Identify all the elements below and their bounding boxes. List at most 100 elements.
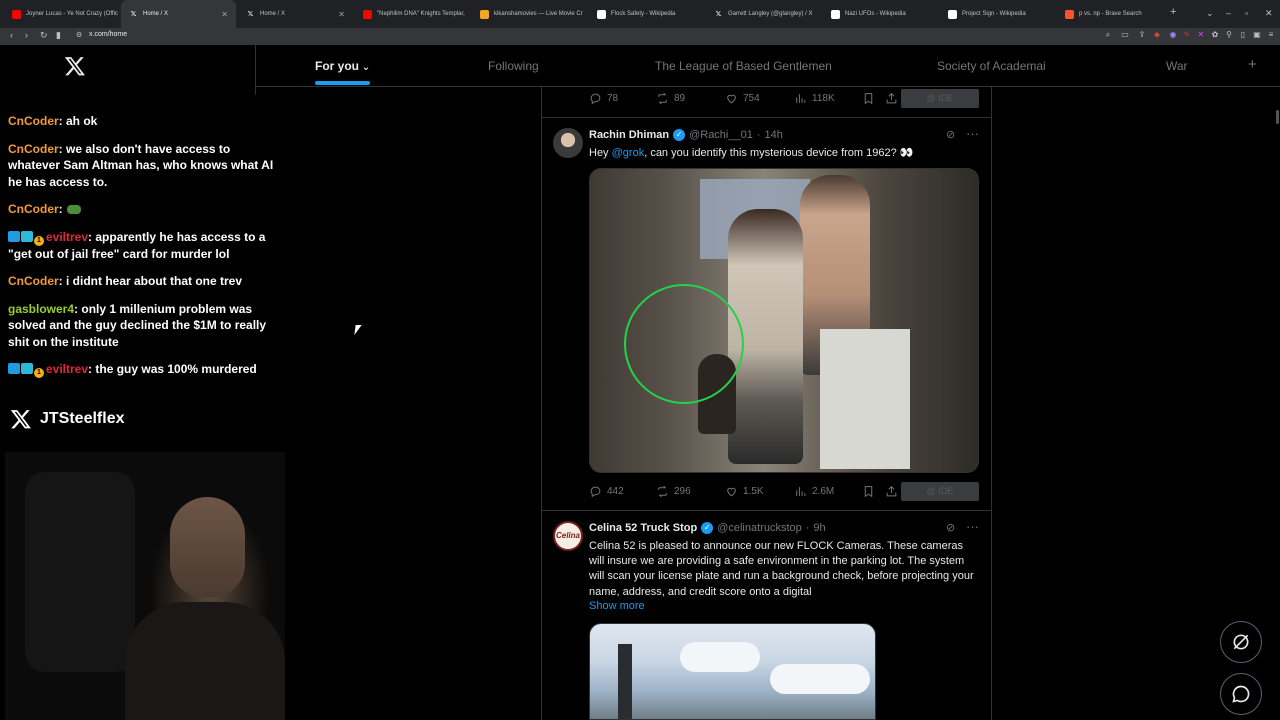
new-tab-button[interactable]: +: [1170, 6, 1176, 18]
feed-border: [991, 87, 992, 720]
x-extension-icon[interactable]: ✕: [1196, 30, 1206, 41]
timeline-tab[interactable]: The League of Based Gentlemen: [655, 59, 832, 73]
close-tab-icon[interactable]: ✕: [338, 10, 345, 19]
browser-tab[interactable]: "Nephilim DNA" Knights Templar,: [355, 0, 470, 28]
close-tab-icon[interactable]: ✕: [221, 10, 228, 19]
grok-explain-button[interactable]: @ IDE: [901, 482, 979, 501]
chat-text: :: [58, 202, 63, 216]
chat-username[interactable]: CnCoder: [8, 142, 59, 156]
extension-icon[interactable]: ◉: [1168, 30, 1178, 41]
author-name[interactable]: Celina 52 Truck Stop: [589, 522, 697, 534]
timeline-tab-label: Society of Academai: [937, 59, 1046, 73]
extension-icon[interactable]: ✎: [1182, 30, 1192, 41]
browser-tab[interactable]: Nazi UFOs - Wikipedia: [823, 0, 938, 28]
browser-tab[interactable]: p vs. np - Brave Search: [1057, 0, 1172, 28]
url-field[interactable]: x.com/home: [89, 31, 127, 38]
brave-shields-icon[interactable]: ◈: [1152, 30, 1162, 41]
chat-text: : i didnt hear about that one trev: [58, 274, 243, 288]
browser-tab[interactable]: 𝕏 Home / X ✕: [121, 0, 236, 28]
browser-tab[interactable]: Project Sign - Wikipedia: [940, 0, 1055, 28]
avatar[interactable]: [553, 128, 583, 158]
grok-explain-button[interactable]: @ IDE: [901, 89, 979, 108]
author-name[interactable]: Rachin Dhiman: [589, 129, 669, 141]
grok-fab-button[interactable]: [1220, 621, 1262, 663]
chat-username[interactable]: CnCoder: [8, 114, 59, 128]
tweet-time[interactable]: 14h: [765, 129, 783, 141]
chat-message: 1 eviltrev: apparently he has access to a…: [8, 229, 276, 263]
close-window-icon[interactable]: ✕: [1265, 8, 1273, 19]
timeline-tab[interactable]: For you ⌄: [315, 59, 370, 73]
tweet-image[interactable]: [589, 168, 979, 473]
wallet-icon[interactable]: ▣: [1252, 30, 1262, 41]
scrollbar[interactable]: [1276, 110, 1279, 124]
menu-icon[interactable]: ≡: [1266, 30, 1276, 41]
timeline-tab-label: War: [1166, 59, 1188, 73]
views-button[interactable]: 118K: [794, 92, 835, 105]
address-bar-row: ‹ › ↻ ▮ ⚙ x.com/home ⌕ ▭ ⇪ ◈ ◉ ✎ ✕ ✿ ⚲ ▯…: [0, 28, 1280, 45]
repost-button[interactable]: 296: [656, 485, 691, 498]
site-info-icon[interactable]: ⚙: [76, 31, 82, 39]
timeline-tab[interactable]: Following: [488, 59, 539, 73]
show-more-link[interactable]: Show more: [589, 600, 645, 612]
browser-tab[interactable]: Flock Safety - Wikipedia: [589, 0, 704, 28]
grok-icon[interactable]: ⊘: [946, 521, 955, 534]
back-icon[interactable]: ‹: [10, 30, 13, 40]
author-handle[interactable]: @Rachi__01: [689, 129, 753, 141]
minimize-icon[interactable]: –: [1226, 8, 1231, 18]
forward-icon[interactable]: ›: [25, 30, 28, 40]
bookmark-icon[interactable]: ▮: [56, 30, 61, 41]
tweet-time[interactable]: 9h: [813, 522, 825, 534]
like-button[interactable]: 754: [725, 92, 760, 105]
maximize-icon[interactable]: ▫: [1245, 8, 1248, 18]
browser-tab[interactable]: kikanshamovies — Live Movie Cr: [472, 0, 587, 28]
reply-button[interactable]: 78: [589, 92, 618, 105]
chat-bubble-icon: [1232, 685, 1250, 703]
chevron-down-icon[interactable]: ⌄: [359, 62, 370, 73]
chevron-down-icon[interactable]: ⌄: [1206, 8, 1214, 19]
browser-tab[interactable]: Joyner Lucas - Ye Not Crazy (Offic: [4, 0, 119, 28]
puzzle-icon[interactable]: ⚲: [1224, 30, 1234, 41]
views-button[interactable]: 2.6M: [794, 485, 834, 498]
action-count: 2.6M: [812, 486, 835, 497]
share-button[interactable]: [885, 92, 898, 105]
timeline-tab[interactable]: War: [1166, 59, 1188, 73]
timeline-tab[interactable]: Society of Academai: [937, 59, 1046, 73]
bookmark-button[interactable]: [862, 485, 875, 498]
share-icon[interactable]: ⇪: [1137, 30, 1147, 41]
browser-tab[interactable]: 𝕏 Garrett Langley (@glangley) / X: [706, 0, 821, 28]
action-count: 442: [607, 486, 624, 497]
more-icon[interactable]: ···: [966, 519, 979, 534]
extension-icon[interactable]: ✿: [1210, 30, 1220, 41]
person-body: [125, 602, 285, 720]
browser-tab[interactable]: 𝕏 Home / X ✕: [238, 0, 353, 28]
author-handle[interactable]: @celinatruckstop: [717, 522, 802, 534]
repost-button[interactable]: 89: [656, 92, 685, 105]
tweet-image[interactable]: [589, 623, 876, 720]
chat-username[interactable]: CnCoder: [8, 274, 59, 288]
browser-tab-title: Joyner Lucas - Ye Not Crazy (Offic: [26, 11, 118, 17]
reply-icon: [590, 486, 601, 498]
like-button[interactable]: 1.5K: [725, 485, 764, 498]
more-icon[interactable]: ···: [966, 126, 979, 141]
sidebar-icon[interactable]: ▯: [1238, 30, 1248, 41]
chat-username[interactable]: eviltrev: [46, 362, 88, 376]
reply-button[interactable]: 442: [589, 485, 624, 498]
messages-fab-button[interactable]: [1220, 673, 1262, 715]
chat-username[interactable]: eviltrev: [46, 230, 88, 244]
gaming-chair: [25, 472, 135, 672]
grok-icon[interactable]: ⊘: [946, 128, 955, 141]
zoom-icon[interactable]: ⌕: [1103, 30, 1113, 41]
add-tab-button[interactable]: +: [1248, 56, 1257, 73]
share-button[interactable]: [885, 485, 898, 498]
bookmark-button[interactable]: [862, 92, 875, 105]
chat-username[interactable]: gasblower4: [8, 302, 74, 316]
wikipedia-icon: [597, 9, 606, 19]
chat-username[interactable]: CnCoder: [8, 202, 59, 216]
green-circle-annotation: [624, 284, 744, 404]
mention-link[interactable]: @grok: [612, 147, 645, 159]
cast-icon[interactable]: ▭: [1120, 30, 1130, 41]
action-count: 1.5K: [743, 486, 764, 497]
reload-icon[interactable]: ↻: [40, 30, 48, 41]
x-logo-icon[interactable]: [64, 55, 86, 77]
avatar[interactable]: Celina: [553, 521, 583, 551]
